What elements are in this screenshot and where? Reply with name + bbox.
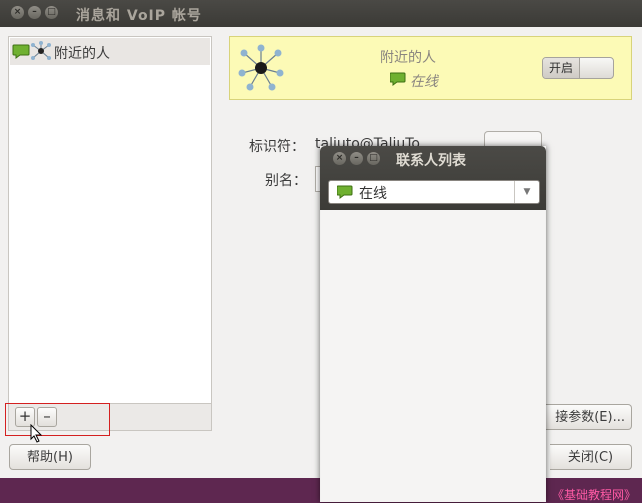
network-icon <box>31 41 51 60</box>
watermark-text: 《基础教程网》 <box>551 488 636 502</box>
account-status-header: 附近的人 在线 开启 <box>229 36 632 100</box>
contact-list-body[interactable] <box>321 210 545 502</box>
presence-label: 在线 <box>410 74 438 90</box>
maximize-window-button[interactable]: □ <box>45 6 58 19</box>
account-item-label: 附近的人 <box>54 46 110 62</box>
toggle-on-label: 开启 <box>543 58 580 78</box>
connection-params-button[interactable]: 接参数(E)... <box>546 404 632 430</box>
online-status-icon <box>390 72 406 86</box>
identifier-label: 标识符： <box>249 139 305 155</box>
window-title: 消息和 VoIP 帐号 <box>76 8 202 24</box>
alias-label: 别名： <box>265 173 307 189</box>
account-name: 附近的人 <box>380 50 436 66</box>
account-enable-toggle[interactable]: 开启 <box>542 57 614 79</box>
close-window-button[interactable]: × <box>11 6 24 19</box>
online-status-icon <box>337 185 353 199</box>
help-button[interactable]: 帮助(H) <box>9 444 91 470</box>
account-item-nearby[interactable]: 附近的人 <box>10 38 210 65</box>
mouse-pointer-icon <box>30 424 43 443</box>
presence-select[interactable]: 在线 ▼ <box>328 180 540 204</box>
chat-bubble-icon <box>12 44 30 59</box>
close-button[interactable]: 关闭(C) <box>550 444 632 470</box>
contact-maximize-button[interactable]: □ <box>367 152 380 165</box>
contact-list-title: 联系人列表 <box>396 153 466 169</box>
contact-close-button[interactable]: × <box>333 152 346 165</box>
contact-list-title-bar: × – □ 联系人列表 在线 ▼ <box>320 146 546 210</box>
highlight-box <box>5 403 110 436</box>
account-list[interactable]: 附近的人 <box>8 36 212 404</box>
presence-select-value: 在线 <box>359 186 387 202</box>
minimize-window-button[interactable]: – <box>28 6 41 19</box>
title-bar: × – □ 消息和 VoIP 帐号 <box>0 0 642 27</box>
people-nearby-icon <box>238 44 284 91</box>
dropdown-arrow-icon[interactable]: ▼ <box>514 181 539 203</box>
contact-list-window: × – □ 联系人列表 在线 ▼ <box>320 146 546 502</box>
contact-minimize-button[interactable]: – <box>350 152 363 165</box>
